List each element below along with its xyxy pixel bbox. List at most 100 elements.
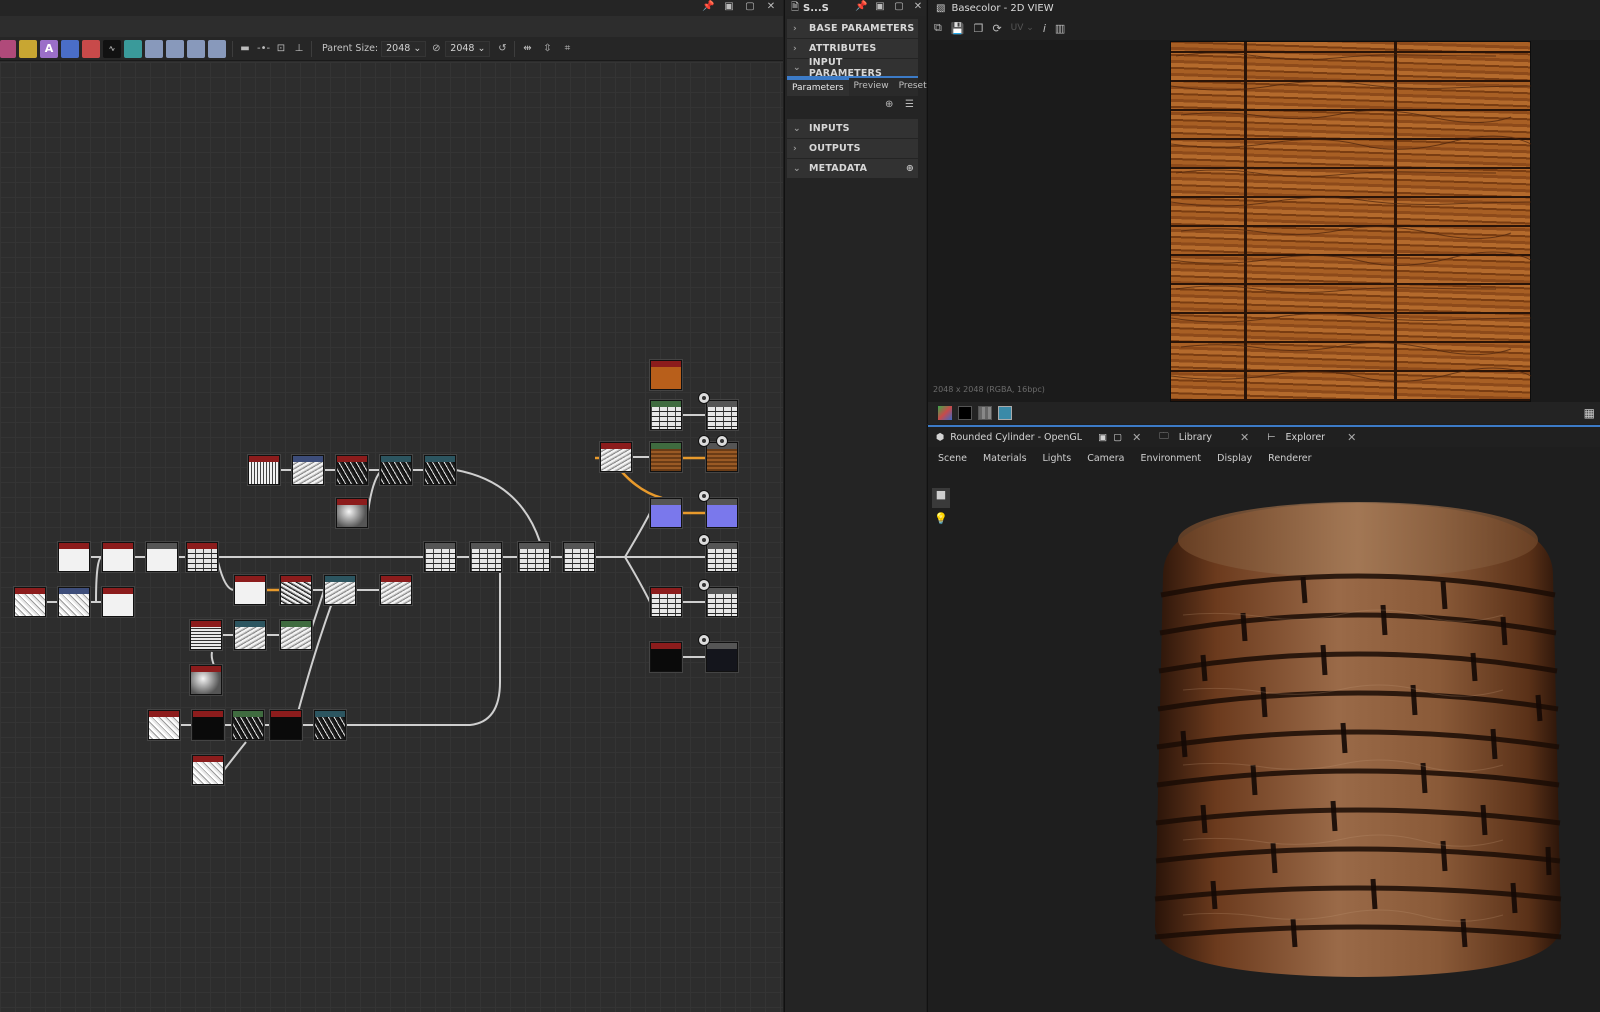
parent-size-dropdown-b[interactable]: 2048 ⌄ (445, 40, 491, 57)
output-node-icon[interactable] (698, 392, 710, 404)
float-icon[interactable]: ▣ (874, 1, 886, 13)
graph-node[interactable] (650, 642, 682, 672)
graph-node[interactable] (650, 360, 682, 390)
graph-node[interactable] (192, 710, 224, 740)
graph-node[interactable] (234, 575, 266, 605)
graph-node[interactable] (600, 442, 632, 472)
tab-library[interactable]: 🗀 Library ✕ (1151, 429, 1259, 445)
dot-node-icon[interactable]: -•- (257, 43, 270, 55)
info-icon[interactable]: i (1043, 22, 1046, 35)
add-icon[interactable]: ⊕ (885, 99, 893, 110)
add-metadata-icon[interactable]: ⊕ (906, 163, 914, 174)
graph-node[interactable] (650, 498, 682, 528)
black-background-swatch[interactable] (958, 406, 972, 420)
graph-node[interactable] (280, 620, 312, 650)
maximize-icon[interactable]: ▢ (744, 1, 756, 13)
graph-node[interactable] (292, 455, 324, 485)
graph-node[interactable] (234, 620, 266, 650)
pin-node-icon[interactable]: ⊥ (293, 43, 305, 55)
menu-renderer[interactable]: Renderer (1268, 453, 1311, 464)
graph-node[interactable] (706, 642, 738, 672)
pin-icon[interactable]: 📌 (855, 1, 867, 13)
output-node-icon[interactable] (698, 634, 710, 646)
section-input-parameters[interactable]: ⌄ INPUT PARAMETERS (787, 57, 918, 79)
graph-node[interactable] (146, 542, 178, 572)
parent-size-dropdown-a[interactable]: 2048 ⌄ (381, 40, 427, 57)
section-base-parameters[interactable]: › BASE PARAMETERS (787, 19, 918, 38)
graph-node[interactable] (650, 442, 682, 472)
graph-node[interactable] (518, 542, 550, 572)
align-vertical-icon[interactable]: ⇳ (541, 43, 553, 55)
text-tool-icon[interactable]: A (40, 39, 58, 58)
graph-node[interactable] (336, 455, 368, 485)
tab-viewport[interactable]: ⬢ Rounded Cylinder - OpenGL ▣ ▢ ✕ (928, 431, 1151, 444)
graph-node[interactable] (232, 710, 264, 740)
camera-icon[interactable]: ■ (932, 488, 950, 508)
close-icon[interactable]: ✕ (912, 1, 924, 13)
align-tool-icon[interactable] (124, 39, 142, 58)
menu-lights[interactable]: Lights (1043, 453, 1072, 464)
copy-icon[interactable]: ⧉ (934, 21, 942, 35)
graph-node[interactable] (706, 542, 738, 572)
rounded-cylinder-preview[interactable] (1143, 485, 1573, 985)
graph-node[interactable] (324, 575, 356, 605)
graph-node[interactable] (58, 587, 90, 617)
histogram-icon[interactable]: ▥ (1055, 22, 1065, 35)
graph-node[interactable] (336, 498, 368, 528)
menu-camera[interactable]: Camera (1087, 453, 1124, 464)
uv-toggle[interactable]: UV ⌄ (1011, 23, 1034, 33)
output-node-icon[interactable] (716, 435, 728, 447)
graph-node[interactable] (58, 542, 90, 572)
graph-node[interactable] (706, 587, 738, 617)
graph-node[interactable] (280, 575, 312, 605)
menu-scene[interactable]: Scene (938, 453, 967, 464)
checker-background-swatch[interactable] (978, 406, 992, 420)
frame-tool-icon[interactable] (61, 39, 79, 58)
graph-node[interactable] (380, 575, 412, 605)
graph-node[interactable] (424, 455, 456, 485)
graph-node[interactable] (14, 587, 46, 617)
fill-tool-icon[interactable] (82, 39, 100, 58)
graph-node[interactable] (192, 755, 224, 785)
curve-tool-icon[interactable] (0, 39, 16, 58)
output-node-icon[interactable] (698, 534, 710, 546)
align-horizontal-icon[interactable]: ⇹ (521, 43, 533, 55)
graph-node[interactable] (248, 455, 280, 485)
menu-icon[interactable]: ☰ (905, 99, 914, 110)
layout-tool-a-icon[interactable] (145, 39, 163, 58)
refresh-icon[interactable]: ⟳ (992, 22, 1001, 35)
close-icon[interactable]: ✕ (1240, 431, 1249, 444)
section-attributes[interactable]: › ATTRIBUTES (787, 39, 918, 58)
view2d-canvas[interactable]: 2048 x 2048 (RGBA, 16bpc) (928, 40, 1600, 402)
color-channel-swatch[interactable] (998, 406, 1012, 420)
graph-node[interactable] (270, 710, 302, 740)
graph-node[interactable] (102, 542, 134, 572)
float-icon[interactable]: ▣ (1098, 432, 1107, 443)
menu-display[interactable]: Display (1217, 453, 1252, 464)
layers-icon[interactable] (938, 406, 952, 420)
graph-editor[interactable]: 📌 ▣ ▢ ✕ A ∿ ▬ -•- ⊡ ⊥ Parent Size: 2048 ⌄… (0, 0, 783, 1012)
comment-icon[interactable]: ▬ (239, 43, 251, 55)
menu-materials[interactable]: Materials (983, 453, 1027, 464)
close-icon[interactable]: ✕ (765, 1, 777, 13)
layout-tool-c-icon[interactable] (187, 39, 205, 58)
layout-tool-d-icon[interactable] (208, 39, 226, 58)
graph-node[interactable] (148, 710, 180, 740)
save-icon[interactable]: 💾 (951, 22, 965, 35)
layout-tool-b-icon[interactable] (166, 39, 184, 58)
maximize-icon[interactable]: ▢ (893, 1, 905, 13)
tab-preview[interactable]: Preview (849, 78, 894, 96)
output-node-icon[interactable] (698, 435, 710, 447)
section-outputs[interactable]: › OUTPUTS (787, 139, 918, 158)
function-tool-icon[interactable]: ∿ (103, 39, 121, 58)
graph-node[interactable] (314, 710, 346, 740)
graph-node[interactable] (706, 400, 738, 430)
close-icon[interactable]: ✕ (1347, 431, 1356, 444)
graph-node[interactable] (563, 542, 595, 572)
section-inputs[interactable]: ⌄ INPUTS (787, 119, 918, 138)
float-icon[interactable]: ▣ (723, 1, 735, 13)
warning-icon[interactable] (19, 39, 37, 58)
graph-node[interactable] (190, 665, 222, 695)
frame-icon[interactable]: ⊡ (275, 43, 287, 55)
menu-environment[interactable]: Environment (1140, 453, 1201, 464)
